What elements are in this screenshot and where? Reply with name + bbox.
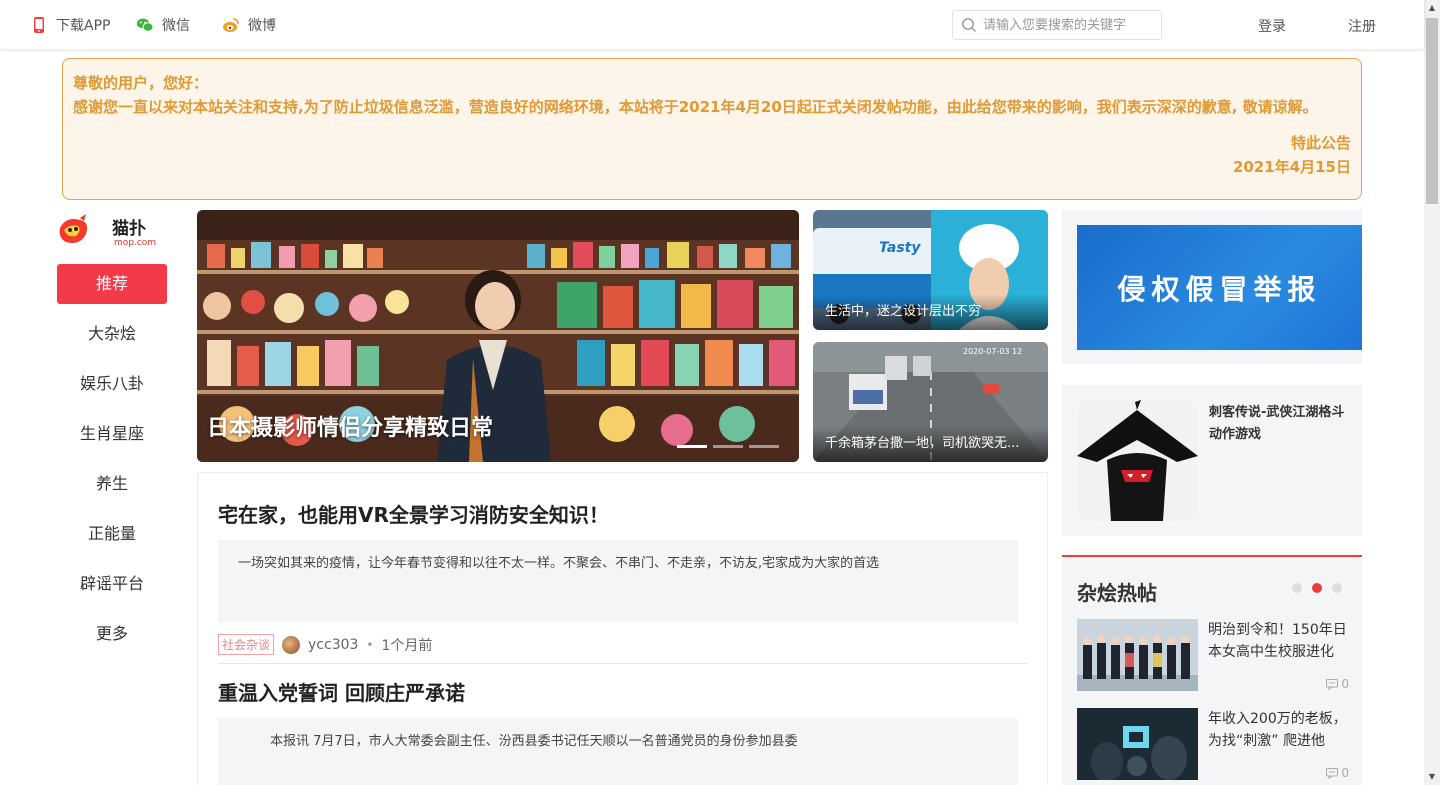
category-nav: 推荐 大杂烩 娱乐八卦 生肖星座 养生 正能量 辟谣平台 更多 (57, 264, 167, 664)
nav-item-positive-energy[interactable]: 正能量 (57, 514, 167, 554)
article-title[interactable]: 重温入党誓词 回顾庄严承诺 (218, 677, 1028, 706)
article-summary[interactable]: 一场突如其来的疫情，让今年春节变得和以往不太一样。不聚会、不串门、不走亲，不访友… (218, 540, 1018, 622)
comment-count: 0 (1326, 677, 1349, 691)
article-card[interactable]: 宅在家，也能用VR全景学习消防安全知识！ 一场突如其来的疫情，让今年春节变得和以… (218, 499, 1028, 655)
login-link[interactable]: 登录 (1258, 16, 1286, 36)
carousel-dots (677, 445, 779, 448)
comment-icon (1326, 678, 1339, 690)
article-title[interactable]: 宅在家，也能用VR全景学习消防安全知识！ (218, 499, 1028, 528)
hot-pager (1292, 583, 1342, 593)
page-scrollbar[interactable]: ▲ ▼ (1424, 0, 1440, 785)
nav-item-rumor-debunk[interactable]: 辟谣平台 (57, 564, 167, 604)
article-feed: 宅在家，也能用VR全景学习消防安全知识！ 一场突如其来的疫情，让今年春节变得和以… (197, 472, 1048, 785)
article-summary[interactable]: 本报讯 7月7日，市人大常委会副主任、汾西县委书记任天顺以一名普通党员的身份参加… (218, 718, 1018, 785)
site-logo[interactable]: 猫扑 mop.com (56, 212, 168, 250)
side-card-caption: 千余箱茅台撒一地，司机欲哭无... (813, 426, 1048, 462)
avatar[interactable] (282, 635, 301, 654)
register-link[interactable]: 注册 (1348, 16, 1376, 36)
download-app-link[interactable]: 下载APP (30, 16, 110, 34)
separator-dot: • (366, 637, 374, 652)
scrollbar-thumb[interactable] (1426, 18, 1438, 204)
wechat-icon (136, 18, 154, 32)
nav-item-zodiac[interactable]: 生肖星座 (57, 414, 167, 454)
hot-post-title[interactable]: 年收入200万的老板，为找“刺激” 爬进他 (1208, 708, 1348, 752)
scroll-down-arrow-icon[interactable]: ▼ (1424, 769, 1440, 785)
pager-dot[interactable] (1312, 583, 1322, 593)
comment-icon (1326, 767, 1339, 779)
hot-post-item[interactable]: 年收入200万的老板，为找“刺激” 爬进他 0 (1077, 708, 1357, 780)
side-card-caption: 生活中，迷之设计层出不穷 (813, 294, 1048, 330)
pager-dot[interactable] (1292, 583, 1302, 593)
notice-body: 感谢您一直以来对本站关注和支持,为了防止垃圾信息泛滥，营造良好的网络环境，本站将… (73, 98, 1318, 116)
nav-item-miscellany[interactable]: 大杂烩 (57, 314, 167, 354)
pager-dot[interactable] (1332, 583, 1342, 593)
weibo-icon (223, 18, 239, 32)
comment-count-value: 0 (1341, 766, 1349, 780)
hot-post-thumbnail[interactable] (1077, 708, 1198, 780)
side-feature-card[interactable]: 2020-07-03 12 千余箱茅台撒一地，司机欲哭无... (813, 342, 1048, 462)
report-infringement-banner[interactable]: 侵权假冒举报 (1077, 225, 1362, 350)
hot-posts-title: 杂烩热帖 (1077, 581, 1157, 605)
hot-posts: 杂烩热帖 明治到令和！150年日本女高中生校服进化 0 年收入200万的老板，为… (1062, 555, 1362, 785)
divider (218, 663, 1028, 664)
comment-count-value: 0 (1341, 677, 1349, 691)
carousel-dot[interactable] (713, 445, 743, 448)
scroll-up-arrow-icon[interactable]: ▲ (1424, 0, 1440, 16)
comment-count: 0 (1326, 766, 1349, 780)
search-box[interactable] (952, 10, 1162, 40)
carousel-dot[interactable] (677, 445, 707, 448)
cctv-timestamp: 2020-07-03 12 (963, 347, 1022, 356)
top-bar: 下载APP 微信 微博 登录 注册 (0, 0, 1424, 49)
game-icon[interactable] (1077, 400, 1198, 521)
ad-box: 侵权假冒举报 (1062, 210, 1362, 364)
game-title[interactable]: 刺客传说-武侠江湖格斗动作游戏 (1209, 402, 1349, 446)
carousel-dot[interactable] (749, 445, 779, 448)
hot-post-thumbnail[interactable] (1077, 619, 1198, 691)
mop-logo-icon: 猫扑 mop.com (59, 214, 156, 248)
logo-text: 猫扑 (112, 218, 146, 239)
search-icon (962, 18, 976, 32)
category-tag[interactable]: 社会杂谈 (218, 634, 275, 655)
carousel-caption: 日本摄影师情侣分享精致日常 (207, 416, 494, 441)
nav-item-entertainment[interactable]: 娱乐八卦 (57, 364, 167, 404)
featured-carousel[interactable]: 日本摄影师情侣分享精致日常 (197, 210, 799, 462)
nav-item-recommend[interactable]: 推荐 (57, 264, 167, 304)
site-notice: 尊敬的用户，您好： 感谢您一直以来对本站关注和支持,为了防止垃圾信息泛滥，营造良… (62, 58, 1362, 200)
nav-item-health[interactable]: 养生 (57, 464, 167, 504)
wechat-link[interactable]: 微信 (136, 16, 190, 34)
download-app-label: 下载APP (56, 18, 111, 34)
phone-icon (34, 17, 44, 33)
logo-domain: mop.com (114, 238, 156, 248)
side-feature-card[interactable]: Tasty 生活中，迷之设计层出不穷 (813, 210, 1048, 330)
article-meta: 社会杂谈 ycc303 • 1个月前 (218, 634, 1028, 655)
hot-post-title[interactable]: 明治到令和！150年日本女高中生校服进化 (1208, 619, 1348, 663)
notice-sign: 特此公告 (1290, 134, 1351, 152)
truck-text: Tasty (879, 240, 921, 256)
weibo-label: 微博 (248, 18, 276, 34)
search-input[interactable] (983, 17, 1153, 33)
author-name[interactable]: ycc303 (308, 637, 358, 653)
wechat-label: 微信 (162, 18, 190, 34)
article-card[interactable]: 重温入党誓词 回顾庄严承诺 本报讯 7月7日，市人大常委会副主任、汾西县委书记任… (218, 677, 1028, 785)
notice-date: 2021年4月15日 (1232, 158, 1351, 176)
notice-greeting: 尊敬的用户，您好： (73, 74, 209, 92)
post-time: 1个月前 (381, 637, 433, 654)
hot-post-item[interactable]: 明治到令和！150年日本女高中生校服进化 0 (1077, 619, 1357, 691)
nav-item-more[interactable]: 更多 (57, 614, 167, 654)
weibo-link[interactable]: 微博 (222, 16, 276, 34)
game-promo[interactable]: 刺客传说-武侠江湖格斗动作游戏 (1062, 385, 1362, 536)
